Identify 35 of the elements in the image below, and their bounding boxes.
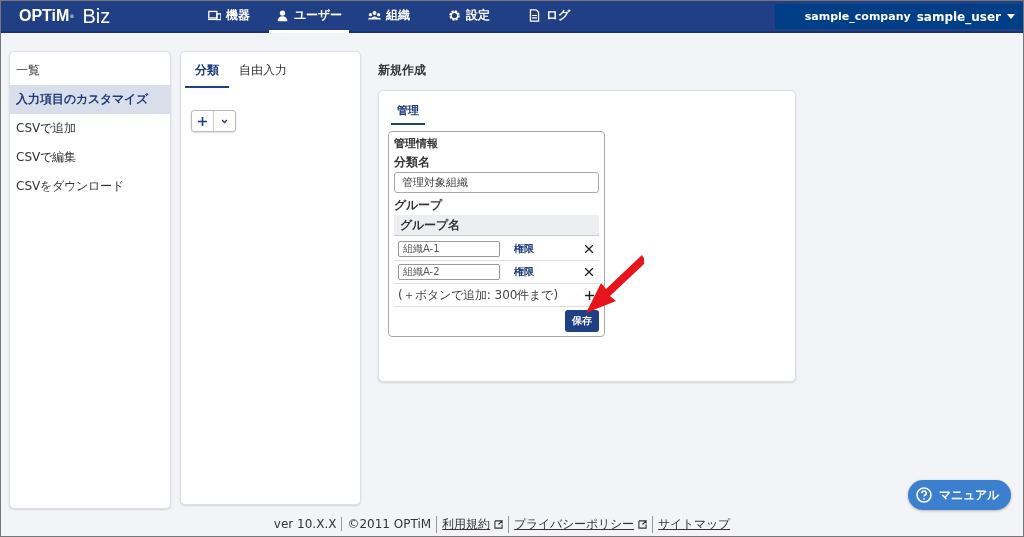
permission-link[interactable]: 権限: [514, 242, 534, 256]
save-button[interactable]: 保存: [565, 310, 599, 332]
user-name: sample_user: [916, 9, 1001, 24]
nav-tab[interactable]: ログ: [509, 1, 589, 33]
account-menu[interactable]: sample_company sample_user: [774, 4, 1023, 29]
sidebar-item[interactable]: CSVで編集: [10, 143, 170, 172]
footer-text: ©2011 OPTiM: [347, 517, 432, 531]
input-field[interactable]: 組織A-1: [398, 241, 500, 257]
footer-link[interactable]: 利用規約: [442, 515, 491, 533]
field-label: 分類名: [394, 154, 431, 171]
sidebar-item[interactable]: CSVをダウンロード: [10, 172, 170, 201]
footer-text: ver 10.X.X: [273, 517, 337, 531]
footer-link[interactable]: プライバシーポリシー: [514, 515, 635, 533]
company-name: sample_company: [804, 10, 911, 23]
nav-tab[interactable]: ユーザー: [269, 1, 349, 33]
input-field[interactable]: 組織A-2: [398, 264, 500, 280]
logo[interactable]: OPTiM$^{®}$ Biz: [1, 1, 189, 31]
tab[interactable]: 分類: [185, 52, 229, 88]
nav-tab[interactable]: 機器: [189, 1, 269, 33]
permission-link[interactable]: 権限: [514, 265, 534, 279]
sidebar-item[interactable]: CSVで追加: [10, 114, 170, 143]
tab[interactable]: 自由入力: [229, 52, 297, 88]
table-header: グループ名: [394, 215, 599, 236]
nav-tab[interactable]: 設定: [429, 1, 509, 33]
section-title: 管理情報: [394, 136, 439, 151]
manual-button[interactable]: マニュアル: [908, 480, 1011, 510]
field-label: グループ: [394, 197, 444, 214]
sidebar-item[interactable]: 入力項目のカスタマイズ: [10, 85, 170, 114]
nav-tab[interactable]: 組織: [349, 1, 429, 33]
footer-link[interactable]: サイトマップ: [658, 515, 731, 533]
input-field[interactable]: 管理対象組織: [394, 172, 599, 193]
hint-text: (＋ボタンで追加: 300件まで): [398, 286, 560, 304]
sidebar-item[interactable]: 一覧: [10, 56, 170, 85]
page-title: 新規作成: [378, 62, 427, 79]
tab[interactable]: 管理: [391, 95, 425, 125]
